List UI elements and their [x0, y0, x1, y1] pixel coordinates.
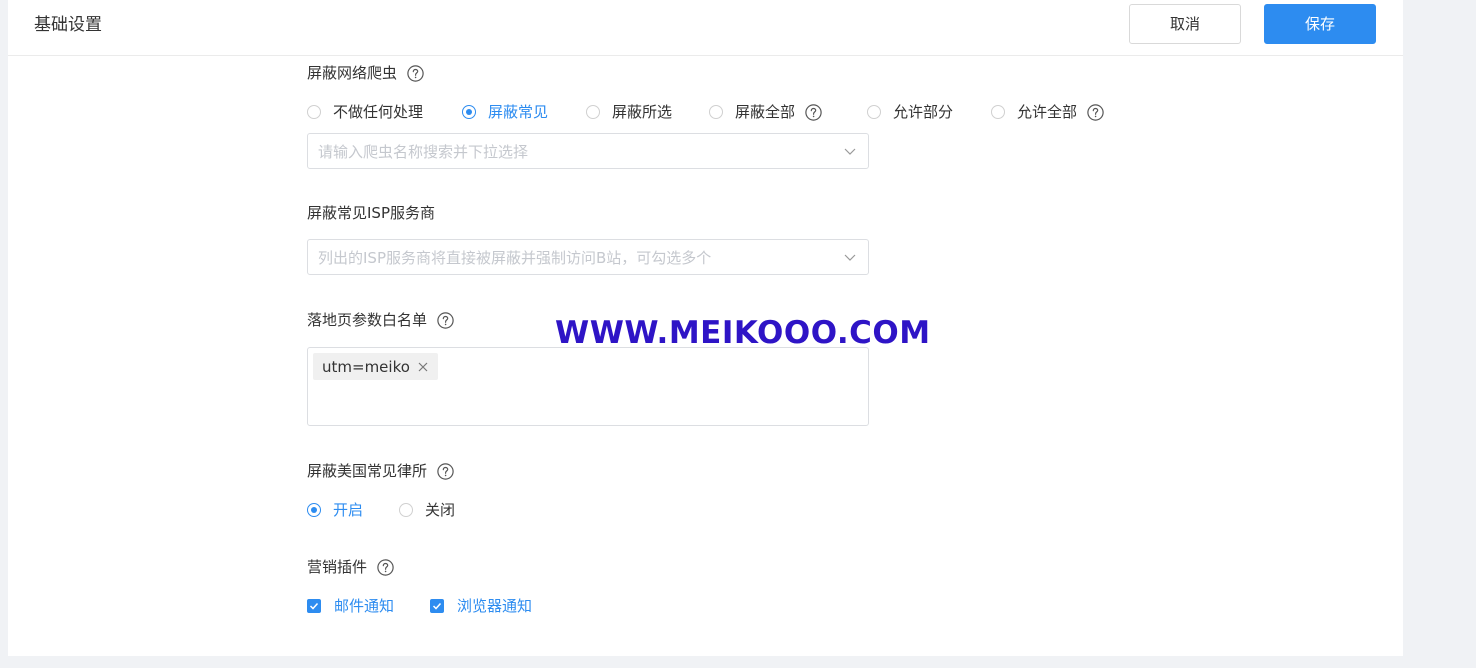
radio-label: 关闭: [425, 501, 456, 519]
radio[interactable]: [586, 105, 600, 119]
isp-label-text: 屏蔽常见ISP服务商: [307, 204, 435, 222]
radio-label: 屏蔽全部: [735, 103, 796, 121]
checkbox-label: 浏览器通知: [457, 597, 533, 615]
radio[interactable]: [991, 105, 1005, 119]
crawler-option-allow-some[interactable]: 允许部分: [867, 101, 953, 123]
help-icon[interactable]: [377, 558, 394, 576]
marketing-option-browser[interactable]: 浏览器通知: [430, 595, 532, 617]
law-firm-option-on[interactable]: 开启: [307, 499, 363, 521]
tag-text: utm=meiko: [322, 357, 410, 376]
radio[interactable]: [399, 503, 413, 517]
page-title: 基础设置: [34, 15, 102, 35]
crawler-option-allow-all[interactable]: 允许全部: [991, 101, 1104, 123]
whitelist-label-text: 落地页参数白名单: [307, 311, 428, 329]
help-icon[interactable]: [407, 64, 424, 82]
checkbox-label: 邮件通知: [334, 597, 395, 615]
watermark: WWW.MEIKOOO.COM: [555, 315, 931, 351]
radio-label: 屏蔽常见: [488, 103, 549, 121]
law-firm-option-off[interactable]: 关闭: [399, 499, 455, 521]
crawler-option-none[interactable]: 不做任何处理: [307, 101, 423, 123]
help-icon[interactable]: [437, 311, 454, 329]
whitelist-label: 落地页参数白名单: [307, 309, 454, 331]
chevron-down-icon: [844, 148, 856, 155]
cancel-button[interactable]: 取消: [1129, 4, 1241, 44]
whitelist-tag: utm=meiko: [313, 353, 438, 380]
radio-selected[interactable]: [307, 503, 321, 517]
help-icon[interactable]: [805, 103, 822, 121]
law-firm-label-text: 屏蔽美国常见律所: [307, 462, 428, 480]
radio-label: 不做任何处理: [333, 103, 424, 121]
crawler-label: 屏蔽网络爬虫: [307, 62, 424, 84]
page-header: 基础设置 取消 保存: [8, 0, 1403, 56]
crawler-option-common[interactable]: 屏蔽常见: [462, 101, 548, 123]
crawler-option-all[interactable]: 屏蔽全部: [709, 101, 822, 123]
crawler-select-placeholder: 请输入爬虫名称搜索并下拉选择: [318, 143, 529, 161]
law-firm-label: 屏蔽美国常见律所: [307, 460, 454, 482]
help-icon[interactable]: [1087, 103, 1104, 121]
isp-select[interactable]: 列出的ISP服务商将直接被屏蔽并强制访问B站，可勾选多个: [307, 239, 869, 275]
radio[interactable]: [709, 105, 723, 119]
whitelist-tag-input[interactable]: utm=meiko: [307, 347, 869, 426]
isp-select-placeholder: 列出的ISP服务商将直接被屏蔽并强制访问B站，可勾选多个: [318, 249, 712, 267]
radio-label: 开启: [333, 501, 364, 519]
crawler-radio-group: 不做任何处理 屏蔽常见 屏蔽所选 屏蔽全部 允许部分 允许全部: [307, 101, 1207, 123]
save-button[interactable]: 保存: [1264, 4, 1376, 44]
radio-label: 允许全部: [1017, 103, 1078, 121]
crawler-select[interactable]: 请输入爬虫名称搜索并下拉选择: [307, 133, 869, 169]
isp-label: 屏蔽常见ISP服务商: [307, 202, 435, 224]
marketing-label-text: 营销插件: [307, 558, 368, 576]
chevron-down-icon: [844, 254, 856, 261]
radio[interactable]: [867, 105, 881, 119]
check-icon: [309, 602, 319, 610]
help-icon[interactable]: [437, 462, 454, 480]
law-firm-radio-group: 开启 关闭: [307, 499, 607, 521]
marketing-label: 营销插件: [307, 556, 394, 578]
crawler-option-selected[interactable]: 屏蔽所选: [586, 101, 672, 123]
radio-label: 允许部分: [893, 103, 954, 121]
settings-panel: 基础设置 取消 保存 屏蔽网络爬虫 不做任何处理 屏蔽常见 屏蔽所选 屏蔽全部: [8, 0, 1403, 656]
radio-selected[interactable]: [462, 105, 476, 119]
close-icon[interactable]: [418, 362, 428, 372]
radio-label: 屏蔽所选: [612, 103, 673, 121]
marketing-option-email[interactable]: 邮件通知: [307, 595, 394, 617]
radio[interactable]: [307, 105, 321, 119]
crawler-label-text: 屏蔽网络爬虫: [307, 64, 398, 82]
check-icon: [432, 602, 442, 610]
checkbox-checked[interactable]: [307, 599, 321, 613]
checkbox-checked[interactable]: [430, 599, 444, 613]
